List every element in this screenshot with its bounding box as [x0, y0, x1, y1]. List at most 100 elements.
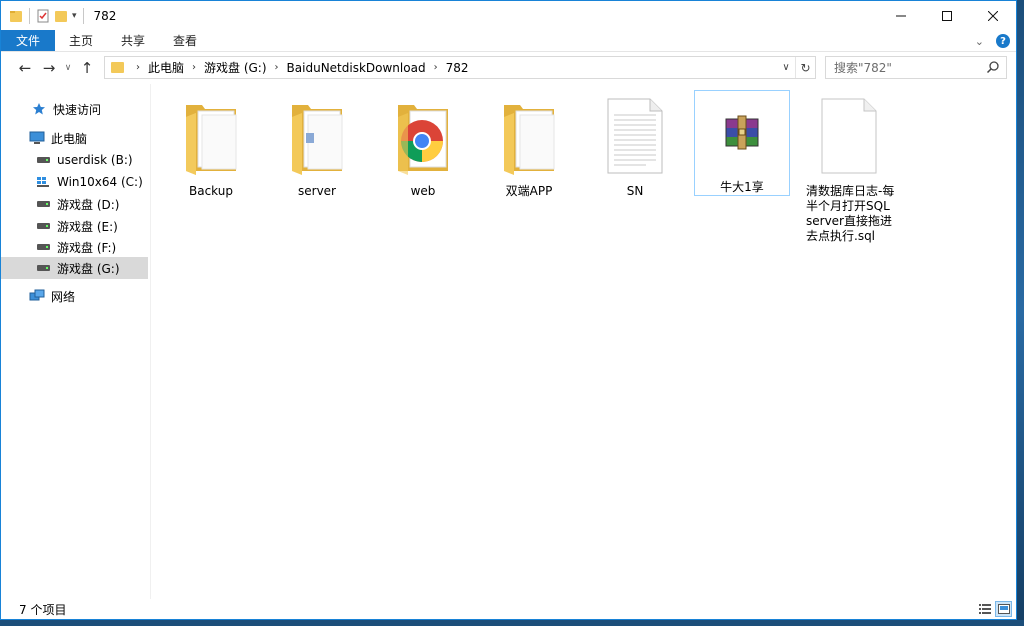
sidebar-item-label: 游戏盘 (G:) [57, 261, 120, 276]
chevron-right-icon[interactable]: › [136, 62, 140, 73]
file-item-backup[interactable]: Backup [164, 94, 258, 199]
chevron-down-icon: ∨ [64, 62, 72, 73]
file-item-sql[interactable]: 清数据库日志-每半个月打开SQL server直接拖进去点执行.sql [802, 94, 896, 244]
file-name: SN [626, 184, 644, 198]
computer-icon [29, 130, 45, 146]
drive-icon [35, 260, 51, 276]
sidebar-item-label: 网络 [51, 289, 76, 304]
drive-icon [35, 152, 51, 168]
item-count: 7 个项目 [19, 603, 67, 617]
maximize-icon [942, 10, 952, 21]
sidebar-item-this-pc[interactable]: 此电脑 [1, 127, 148, 149]
sidebar-item-drive-b[interactable]: userdisk (B:) [1, 149, 148, 171]
file-name: 双端APP [505, 184, 553, 198]
ribbon-tabs: 文件 主页 共享 查看 ⌄ ? [1, 30, 1016, 52]
view-toggle [976, 601, 1012, 617]
tab-share[interactable]: 共享 [107, 30, 159, 51]
large-icons-view-button[interactable] [995, 601, 1012, 617]
expand-ribbon-icon[interactable]: ⌄ [975, 35, 984, 48]
folder-icon[interactable] [9, 9, 23, 23]
file-name: server [298, 184, 336, 198]
sidebar-item-label: Win10x64 (C:) [57, 175, 143, 189]
tab-file[interactable]: 文件 [1, 30, 56, 51]
details-view-icon [978, 604, 991, 614]
breadcrumb-this-pc[interactable]: 此电脑 [148, 59, 184, 76]
title-bar: ▾ 782 [1, 1, 1016, 30]
folder-icon [111, 62, 124, 73]
sidebar-item-label: 游戏盘 (E:) [57, 219, 118, 234]
drive-icon [35, 218, 51, 234]
arrow-left-icon: ← [18, 58, 32, 77]
file-name: 牛大1享 [720, 180, 764, 194]
chevron-right-icon[interactable]: › [434, 62, 438, 73]
close-icon [988, 10, 998, 21]
details-view-button[interactable] [976, 601, 993, 617]
network-icon [29, 288, 45, 304]
back-button[interactable]: ← [13, 56, 37, 80]
search-icon[interactable] [986, 60, 1000, 74]
file-item-web[interactable]: web [376, 94, 470, 199]
address-bar[interactable]: › 此电脑 › 游戏盘 (G:) › BaiduNetdiskDownload … [104, 56, 816, 79]
sidebar-item-drive-c[interactable]: Win10x64 (C:) [1, 171, 148, 193]
quick-access-toolbar: ▾ [1, 1, 86, 30]
search-box[interactable] [825, 56, 1007, 79]
ribbon-right-controls: ⌄ ? [975, 30, 1010, 52]
file-item-dual-app[interactable]: 双端APP [482, 94, 576, 199]
up-button[interactable]: ↑ [75, 56, 99, 80]
properties-icon[interactable] [36, 9, 50, 23]
arrow-up-icon: ↑ [80, 58, 94, 77]
search-input[interactable] [826, 57, 982, 78]
refresh-button[interactable]: ↻ [795, 57, 815, 78]
navigation-pane: 快速访问 此电脑 userdisk (B:) Win10x64 (C:) 游戏盘… [1, 84, 151, 599]
breadcrumb-drive-g[interactable]: 游戏盘 (G:) [204, 59, 267, 76]
chevron-right-icon[interactable]: › [192, 62, 196, 73]
address-dropdown-button[interactable]: ∨ [779, 57, 793, 78]
breadcrumb-782[interactable]: 782 [446, 61, 469, 75]
close-button[interactable] [970, 1, 1016, 30]
tab-view[interactable]: 查看 [159, 30, 211, 51]
windows-drive-icon [35, 174, 51, 190]
file-name: web [410, 184, 436, 198]
breadcrumb-baidunetdiskdownload[interactable]: BaiduNetdiskDownload [287, 61, 426, 75]
desktop-bottom [0, 620, 1024, 626]
file-item-archive[interactable]: 牛大1享 [694, 90, 790, 196]
sidebar-item-network[interactable]: 网络 [1, 285, 148, 307]
sidebar-item-drive-f[interactable]: 游戏盘 (F:) [1, 236, 148, 258]
file-list: Backup server web 双端APP SN 牛大1享 清数据库日志-每… [152, 84, 1017, 599]
maximize-button[interactable] [924, 1, 970, 30]
sidebar-item-label: 游戏盘 (D:) [57, 197, 120, 212]
sidebar-item-label: 此电脑 [51, 131, 88, 146]
folder-icon [164, 94, 258, 178]
sidebar-item-label: 快速访问 [53, 102, 102, 117]
sidebar-item-drive-d[interactable]: 游戏盘 (D:) [1, 193, 148, 215]
star-icon [31, 101, 47, 117]
chrome-folder-icon [376, 94, 470, 178]
refresh-icon: ↻ [800, 60, 811, 75]
tab-home[interactable]: 主页 [55, 30, 107, 51]
navigation-bar: ← → ∨ ↑ › 此电脑 › 游戏盘 (G:) › BaiduNetdiskD… [1, 52, 1016, 83]
sidebar-item-label: 游戏盘 (F:) [57, 240, 117, 255]
sql-file-icon [802, 94, 896, 178]
minimize-icon [896, 15, 906, 16]
text-file-icon [588, 94, 682, 178]
file-item-server[interactable]: server [270, 94, 364, 199]
desktop-edge [1017, 0, 1024, 626]
sidebar-item-drive-g[interactable]: 游戏盘 (G:) [1, 257, 148, 279]
new-folder-icon[interactable] [54, 9, 68, 23]
folder-icon [270, 94, 364, 178]
sidebar-item-drive-e[interactable]: 游戏盘 (E:) [1, 215, 148, 237]
minimize-button[interactable] [878, 1, 924, 30]
recent-locations-button[interactable]: ∨ [61, 56, 75, 80]
chevron-right-icon[interactable]: › [275, 62, 279, 73]
file-name: 清数据库日志-每半个月打开SQL server直接拖进去点执行.sql [806, 184, 895, 243]
file-item-sn[interactable]: SN [588, 94, 682, 199]
arrow-right-icon: → [42, 58, 56, 77]
drive-icon [35, 196, 51, 212]
sidebar-item-quick-access[interactable]: 快速访问 [1, 98, 148, 120]
window-controls [878, 1, 1016, 30]
sidebar-item-label: userdisk (B:) [57, 153, 133, 167]
drive-icon [35, 239, 51, 255]
forward-button[interactable]: → [37, 56, 61, 80]
customize-toolbar-icon[interactable]: ▾ [72, 11, 77, 21]
help-icon[interactable]: ? [996, 34, 1010, 48]
